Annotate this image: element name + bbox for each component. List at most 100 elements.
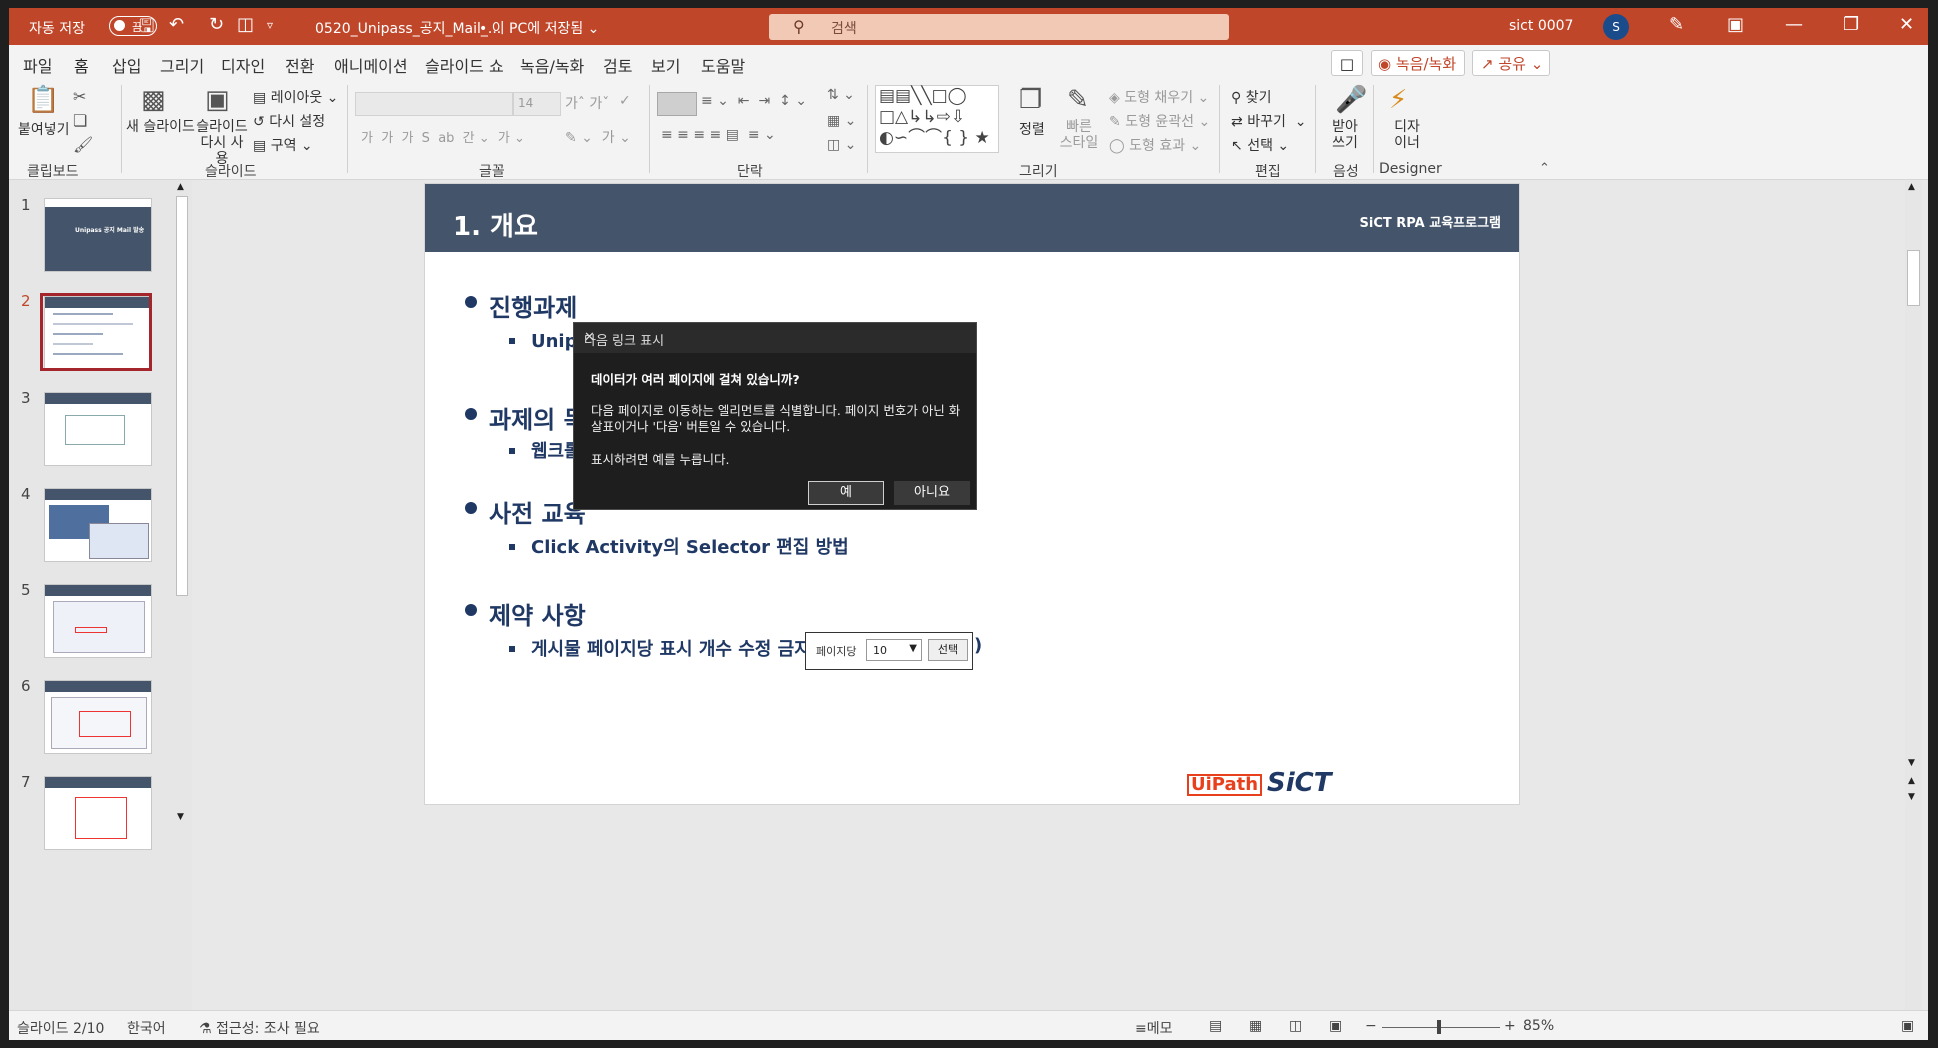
yes-button[interactable]: 예 (808, 481, 884, 505)
layout-button[interactable]: ▤ 레이아웃 ⌄ (253, 87, 338, 107)
tab-animations[interactable]: 애니메이션 (334, 53, 408, 77)
zoom-out-icon[interactable]: − (1365, 1018, 1377, 1034)
accessibility-status[interactable]: ⚗ 접근성: 조사 필요 (199, 1018, 320, 1038)
document-title[interactable]: 0520_Unipass_공지_Mail_... (315, 18, 501, 38)
pen-icon[interactable]: ✎ (1669, 14, 1684, 35)
tab-insert[interactable]: 삽입 (112, 53, 141, 77)
paste-button[interactable]: 붙여넣기 (18, 119, 70, 139)
quick-styles-button[interactable]: 빠른 스타일 (1059, 119, 1099, 151)
microphone-icon[interactable]: 🎤 (1335, 85, 1367, 115)
minimize-icon[interactable]: — (1785, 14, 1803, 35)
scroll-up-icon[interactable]: ▲ (1908, 182, 1915, 192)
zoom-slider-thumb[interactable] (1437, 1020, 1441, 1034)
reuse-slide-icon[interactable]: ▣ (205, 85, 230, 115)
slideshow-icon[interactable]: ▣ (1329, 1018, 1342, 1034)
normal-view-icon[interactable]: ▤ (1209, 1018, 1222, 1034)
tab-file[interactable]: 파일 (23, 53, 52, 77)
zoom-level[interactable]: 85% (1523, 1018, 1554, 1034)
scroll-down-icon[interactable]: ▼ (177, 812, 184, 822)
increase-font-icon[interactable]: 가ˆ 가ˇ (565, 93, 609, 113)
language[interactable]: 한국어 (127, 1018, 166, 1038)
slide-thumbnail-7[interactable] (44, 776, 152, 850)
reuse-slide-button[interactable]: 슬라이드 다시 사용 (195, 119, 249, 167)
fit-to-window-icon[interactable]: ▣ (1901, 1018, 1914, 1034)
collapse-ribbon-icon[interactable]: ⌃ (1539, 161, 1550, 176)
search-box[interactable]: ⚲ 검색 (769, 14, 1229, 40)
reset-button[interactable]: ↺ 다시 설정 (253, 111, 325, 131)
copy-icon[interactable]: ❏ (73, 111, 87, 130)
tab-draw[interactable]: 그리기 (160, 53, 204, 77)
no-button[interactable]: 아니요 (894, 481, 970, 505)
new-slide-icon[interactable]: ▩ (141, 85, 166, 115)
scroll-thumb[interactable] (176, 196, 188, 596)
cut-icon[interactable]: ✂ (73, 87, 86, 106)
tab-home[interactable]: 홈 (74, 53, 89, 84)
save-icon[interactable]: 🖫 (139, 14, 154, 44)
paste-icon[interactable]: 📋 (27, 85, 59, 115)
shape-fill-button[interactable]: ◈ 도형 채우기 ⌄ (1109, 87, 1209, 107)
replace-button[interactable]: ⇄ 바꾸기 ⌄ (1231, 111, 1306, 131)
arrange-button[interactable]: 정렬 (1019, 119, 1045, 139)
select-button[interactable]: ↖ 선택 ⌄ (1231, 135, 1289, 155)
record-button[interactable]: ◉ 녹음/녹화 (1371, 50, 1465, 76)
tab-slideshow[interactable]: 슬라이드 쇼 (425, 53, 504, 77)
dictate-button[interactable]: 받아 쓰기 (1325, 119, 1365, 151)
prev-slide-icon[interactable]: ▲ (1908, 776, 1915, 786)
restore-icon[interactable]: ❐ (1843, 14, 1859, 35)
font-style-buttons[interactable]: 가 가 가 S ab 간 ⌄ 가 ⌄ (361, 127, 525, 146)
comments-button[interactable]: □ (1331, 50, 1363, 76)
format-painter-icon[interactable]: 🖌 (73, 135, 93, 154)
quick-styles-icon[interactable]: ✎ (1067, 85, 1089, 115)
close-icon[interactable]: ✕ (1899, 14, 1914, 35)
slide-sorter-icon[interactable]: ▦ (1249, 1018, 1262, 1034)
redo-icon[interactable]: ↻ (209, 14, 224, 35)
designer-icon[interactable]: ⚡ (1389, 85, 1407, 115)
notes-button[interactable]: ≡메모 (1135, 1018, 1173, 1038)
bullets-button[interactable] (657, 92, 697, 116)
avatar[interactable]: S (1603, 14, 1629, 40)
align-buttons[interactable]: ≡ ≡ ≡ ≡ ▤ ≡ ⌄ (661, 127, 776, 143)
slide-thumbnail-3[interactable] (44, 392, 152, 466)
thumbnail-scrollbar[interactable]: ▲ ▼ (175, 180, 189, 1010)
smartart-icon[interactable]: ◫ ⌄ (827, 137, 856, 153)
slide-thumbnail-4[interactable] (44, 488, 152, 562)
ribbon-display-icon[interactable]: ▣ (1727, 14, 1744, 35)
scroll-thumb[interactable] (1907, 250, 1920, 306)
present-icon[interactable]: ◫ (237, 14, 254, 35)
undo-icon[interactable]: ↶ (169, 14, 184, 35)
reading-view-icon[interactable]: ◫ (1289, 1018, 1302, 1034)
zoom-slider[interactable] (1382, 1027, 1500, 1028)
designer-button[interactable]: 디자 이너 (1387, 119, 1427, 151)
scroll-up-icon[interactable]: ▲ (177, 182, 184, 192)
tab-transitions[interactable]: 전환 (285, 53, 314, 77)
font-color-icons[interactable]: ✎ ⌄ 가 ⌄ (565, 127, 631, 147)
save-location[interactable]: • 이 PC에 저장됨 ⌄ (479, 18, 599, 38)
list-buttons[interactable]: ≡ ⌄ ⇤ ⇥ ↕ ⌄ (701, 93, 807, 109)
slide-thumbnail-5[interactable] (44, 584, 152, 658)
find-button[interactable]: ⚲ 찾기 (1231, 87, 1271, 107)
align-text-icon[interactable]: ▦ ⌄ (827, 113, 856, 129)
font-size-input[interactable]: 14 (513, 92, 561, 116)
text-direction-icons[interactable]: ⇅ ⌄ (827, 87, 855, 103)
tab-view[interactable]: 보기 (651, 53, 680, 77)
arrange-icon[interactable]: ❐ (1019, 85, 1042, 115)
slide-scrollbar[interactable]: ▲ ▼ ▲ ▼ (1905, 180, 1922, 1010)
tab-help[interactable]: 도움말 (701, 53, 745, 77)
slide-thumbnail-6[interactable] (44, 680, 152, 754)
tab-design[interactable]: 디자인 (221, 53, 265, 77)
font-name-input[interactable] (355, 92, 513, 116)
shape-outline-button[interactable]: ✎ 도형 윤곽선 ⌄ (1109, 111, 1210, 131)
share-button[interactable]: ↗ 공유 ⌄ (1472, 50, 1550, 76)
next-slide-icon[interactable]: ▼ (1908, 792, 1915, 802)
shape-effects-button[interactable]: ◯ 도형 효과 ⌄ (1109, 135, 1201, 155)
tab-review[interactable]: 검토 (603, 53, 632, 77)
section-button[interactable]: ▤ 구역 ⌄ (253, 135, 313, 155)
slide-thumbnail-1[interactable]: Unipass 공지 Mail 발송 (44, 198, 152, 272)
customize-qat-icon[interactable]: ▿ (267, 18, 273, 32)
shapes-gallery[interactable]: ▤▤╲╲□◯ □△↳↳⇨⇩ ◐∽⌒⌒{ } ★ (875, 85, 999, 153)
close-icon[interactable]: ✕ (584, 330, 964, 345)
tab-record[interactable]: 녹음/녹화 (520, 53, 584, 77)
clear-format-icon[interactable]: ✓ (619, 93, 631, 109)
scroll-down-icon[interactable]: ▼ (1908, 758, 1915, 768)
zoom-in-icon[interactable]: + (1504, 1018, 1516, 1034)
